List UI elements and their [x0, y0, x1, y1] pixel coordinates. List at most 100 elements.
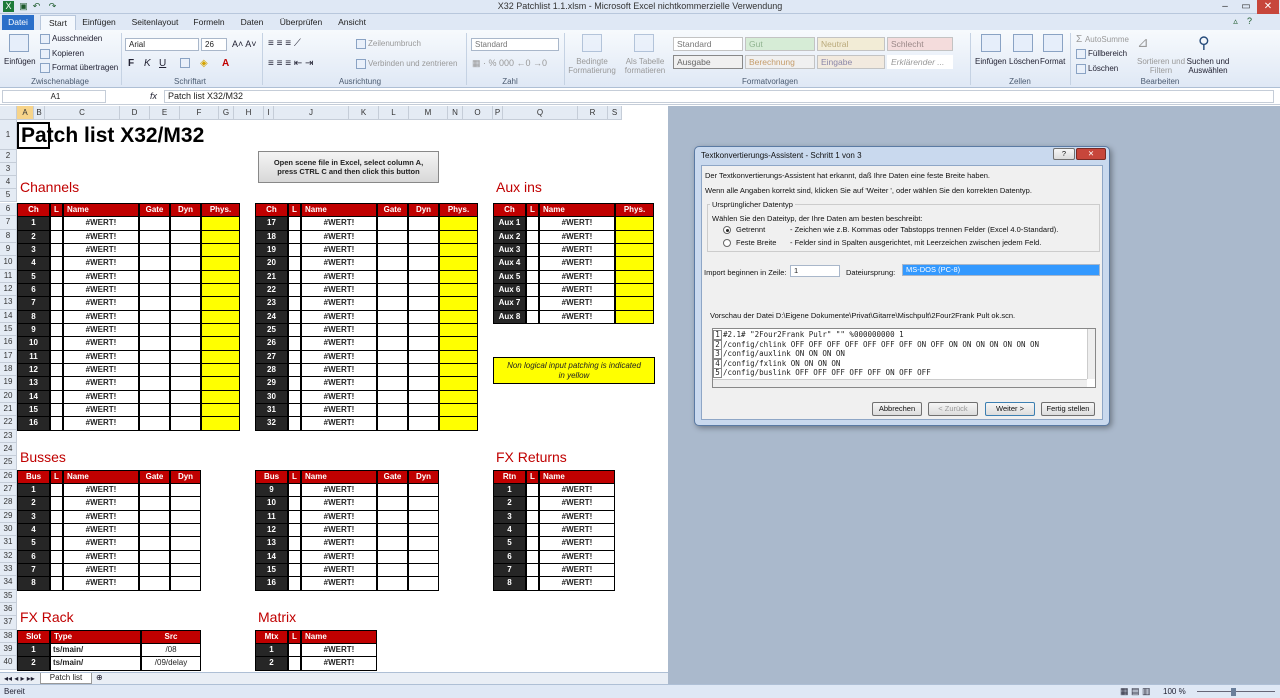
name-cell[interactable]: #WERT! [539, 509, 615, 524]
row-number[interactable]: 2 [493, 496, 526, 511]
table-cell[interactable] [408, 549, 439, 564]
phys-cell[interactable] [201, 402, 240, 418]
finish-button[interactable]: Fertig stellen [1041, 402, 1095, 416]
tab-start[interactable]: Start [40, 15, 76, 30]
table-cell[interactable] [288, 322, 301, 338]
row-header[interactable]: 18 [0, 362, 17, 377]
table-cell[interactable] [408, 536, 439, 551]
row-number[interactable]: 5 [493, 536, 526, 551]
import-row-input[interactable]: 1 [790, 265, 840, 277]
table-cell[interactable] [170, 269, 201, 284]
table-cell[interactable] [288, 389, 301, 404]
table-cell[interactable] [288, 576, 301, 591]
row-header[interactable]: 32 [0, 549, 17, 563]
table-cell[interactable] [50, 509, 63, 524]
phys-cell[interactable] [201, 389, 240, 404]
radio-fixed-width[interactable] [723, 239, 731, 247]
table-cell[interactable] [139, 242, 170, 258]
table-cell[interactable] [377, 322, 408, 338]
row-number[interactable]: 3 [17, 509, 50, 524]
table-cell[interactable] [288, 229, 301, 244]
row-number[interactable]: 3 [17, 242, 50, 258]
align-top-icon[interactable]: ≡ ≡ ≡ ⟋ [268, 38, 301, 49]
name-cell[interactable]: #WERT! [63, 242, 139, 258]
table-cell[interactable] [377, 522, 408, 538]
phys-cell[interactable] [615, 256, 654, 271]
row-number[interactable]: 3 [493, 509, 526, 524]
style-calculation[interactable]: Berechnung [745, 55, 815, 69]
name-cell[interactable]: #WERT! [301, 336, 377, 351]
table-cell[interactable] [288, 496, 301, 511]
table-cell[interactable] [170, 496, 201, 511]
table-cell[interactable] [50, 296, 63, 311]
row-number[interactable]: Aux 4 [493, 256, 526, 271]
table-cell[interactable] [377, 269, 408, 284]
table-cell[interactable] [170, 336, 201, 351]
row-header[interactable]: 31 [0, 536, 17, 550]
maximize-button[interactable]: ▭ [1236, 0, 1256, 14]
row-number[interactable]: 14 [255, 549, 288, 564]
table-cell[interactable] [408, 362, 439, 378]
table-cell[interactable] [139, 562, 170, 578]
column-header[interactable]: K [349, 106, 379, 120]
row-header[interactable]: 35 [0, 589, 17, 603]
table-cell[interactable] [288, 349, 301, 364]
table-cell[interactable] [288, 376, 301, 391]
table-cell[interactable] [408, 322, 439, 338]
row-number[interactable]: 8 [17, 576, 50, 591]
phys-cell[interactable] [439, 416, 478, 431]
fx-type-cell[interactable]: ts/main/ [50, 656, 141, 671]
table-cell[interactable] [408, 349, 439, 364]
name-cell[interactable]: #WERT! [301, 562, 377, 578]
delete-cells-button[interactable]: Löschen [1009, 57, 1039, 66]
phys-cell[interactable] [201, 296, 240, 311]
table-cell[interactable] [170, 349, 201, 364]
row-header[interactable]: 21 [0, 402, 17, 417]
row-number[interactable]: Aux 7 [493, 296, 526, 311]
phys-cell[interactable] [201, 376, 240, 391]
row-number[interactable]: 7 [17, 296, 50, 311]
table-cell[interactable] [408, 282, 439, 298]
row-header[interactable]: 1 [0, 120, 17, 150]
table-cell[interactable] [288, 656, 301, 671]
row-number[interactable]: 2 [255, 656, 288, 671]
name-cell[interactable]: #WERT! [301, 349, 377, 364]
row-number[interactable]: 14 [17, 389, 50, 404]
table-cell[interactable] [139, 309, 170, 324]
sort-filter-icon[interactable]: ⊿ [1137, 34, 1149, 51]
radio-fixed-width-label[interactable]: Feste Breite [736, 238, 776, 247]
conditional-format-icon[interactable] [582, 34, 602, 52]
table-cell[interactable] [139, 509, 170, 524]
format-cells-button[interactable]: Format [1040, 57, 1065, 66]
style-input[interactable]: Eingabe [817, 55, 885, 69]
column-header[interactable]: P [493, 106, 503, 120]
name-cell[interactable]: #WERT! [539, 242, 615, 258]
table-cell[interactable] [50, 229, 63, 244]
table-cell[interactable] [526, 562, 539, 578]
name-cell[interactable]: #WERT! [301, 269, 377, 284]
phys-cell[interactable] [439, 362, 478, 378]
fx-src-cell[interactable]: /09/delay [141, 656, 201, 671]
name-cell[interactable]: #WERT! [539, 549, 615, 564]
column-header[interactable]: N [448, 106, 463, 120]
ribbon-collapse-icon[interactable]: ▵ [1230, 16, 1241, 27]
bold-icon[interactable]: F [128, 58, 134, 69]
row-number[interactable]: 22 [255, 282, 288, 298]
table-cell[interactable] [139, 256, 170, 271]
table-cell[interactable] [526, 216, 539, 231]
table-cell[interactable] [170, 536, 201, 551]
row-header[interactable]: 40 [0, 656, 17, 670]
row-header[interactable]: 12 [0, 282, 17, 297]
table-cell[interactable] [288, 549, 301, 564]
insert-cells-icon[interactable] [981, 34, 1001, 52]
name-cell[interactable]: #WERT! [63, 216, 139, 231]
find-select-button[interactable]: Suchen und Auswählen [1184, 57, 1232, 75]
table-cell[interactable] [408, 256, 439, 271]
table-cell[interactable] [288, 362, 301, 378]
table-cell[interactable] [139, 482, 170, 498]
table-cell[interactable] [170, 229, 201, 244]
column-header[interactable]: S [608, 106, 622, 120]
table-cell[interactable] [408, 496, 439, 511]
row-number[interactable]: 10 [255, 496, 288, 511]
table-cell[interactable] [50, 522, 63, 538]
